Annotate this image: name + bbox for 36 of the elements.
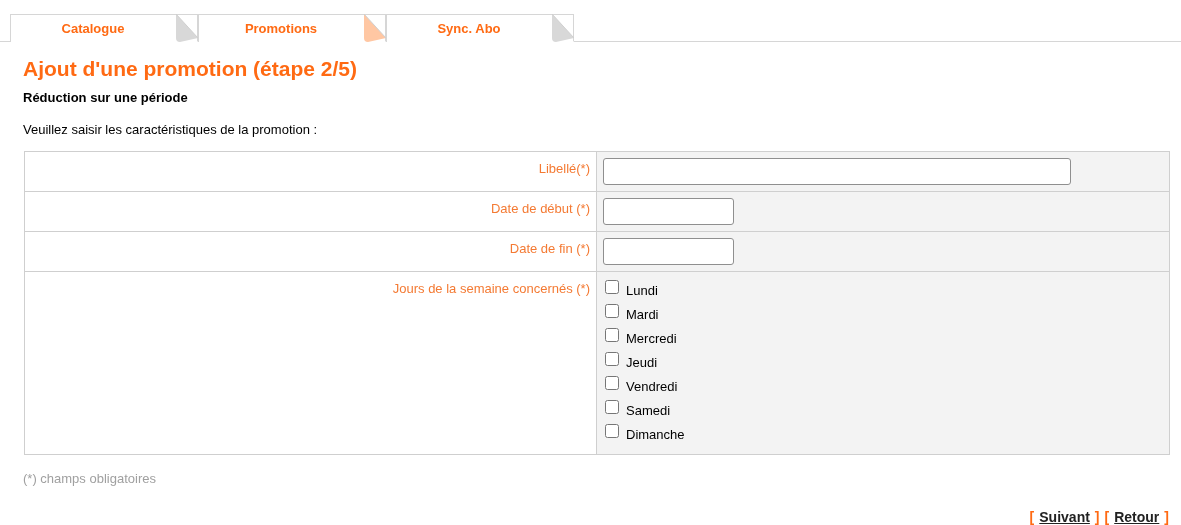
nav-link[interactable]: Retour xyxy=(1114,506,1160,525)
tab[interactable]: Catalogue xyxy=(10,14,198,42)
nav-link[interactable]: Suivant xyxy=(1039,506,1090,525)
field-label: Jours de la semaine concernés (*) xyxy=(392,280,590,298)
checkbox-label: Samedi xyxy=(626,402,671,421)
field-label: Date de fin (*) xyxy=(509,240,590,258)
checkbox[interactable] xyxy=(605,304,619,318)
checkbox[interactable] xyxy=(605,280,619,294)
checkbox-label: Vendredi xyxy=(626,378,678,397)
checkbox[interactable] xyxy=(605,376,619,390)
input-field[interactable] xyxy=(603,158,1071,185)
intro-text: Veuillez saisir les caractéristiques de la promotion : xyxy=(23,120,318,139)
checkbox-label: Dimanche xyxy=(626,426,685,445)
bracket: [ xyxy=(1029,507,1035,525)
page-title: Ajout d'une promotion (étape 2/5) xyxy=(23,56,357,82)
date-field[interactable] xyxy=(603,198,734,225)
bracket: ] xyxy=(1094,507,1100,525)
date-field[interactable] xyxy=(603,238,734,265)
tab[interactable]: Promotions xyxy=(198,14,386,42)
bracket: ] xyxy=(1164,507,1169,525)
tab[interactable]: Sync. Abo xyxy=(386,14,574,42)
field-label: Date de début (*) xyxy=(491,200,590,218)
checkbox-label: Mardi xyxy=(626,306,659,325)
folded-corner-icon xyxy=(364,14,386,42)
folded-corner-icon xyxy=(176,14,198,42)
checkbox[interactable] xyxy=(605,400,619,414)
checkbox-label: Lundi xyxy=(626,282,658,301)
checkbox-label: Jeudi xyxy=(626,354,658,373)
bracket: [ xyxy=(1104,507,1110,525)
field-label: Libellé(*) xyxy=(538,160,590,178)
checkbox[interactable] xyxy=(605,352,619,366)
section-subtitle: Réduction sur une période xyxy=(23,89,188,107)
checkbox[interactable] xyxy=(605,328,619,342)
checkbox[interactable] xyxy=(605,424,619,438)
required-note: (*) champs obligatoires xyxy=(23,470,156,488)
checkbox-label: Mercredi xyxy=(626,330,677,349)
